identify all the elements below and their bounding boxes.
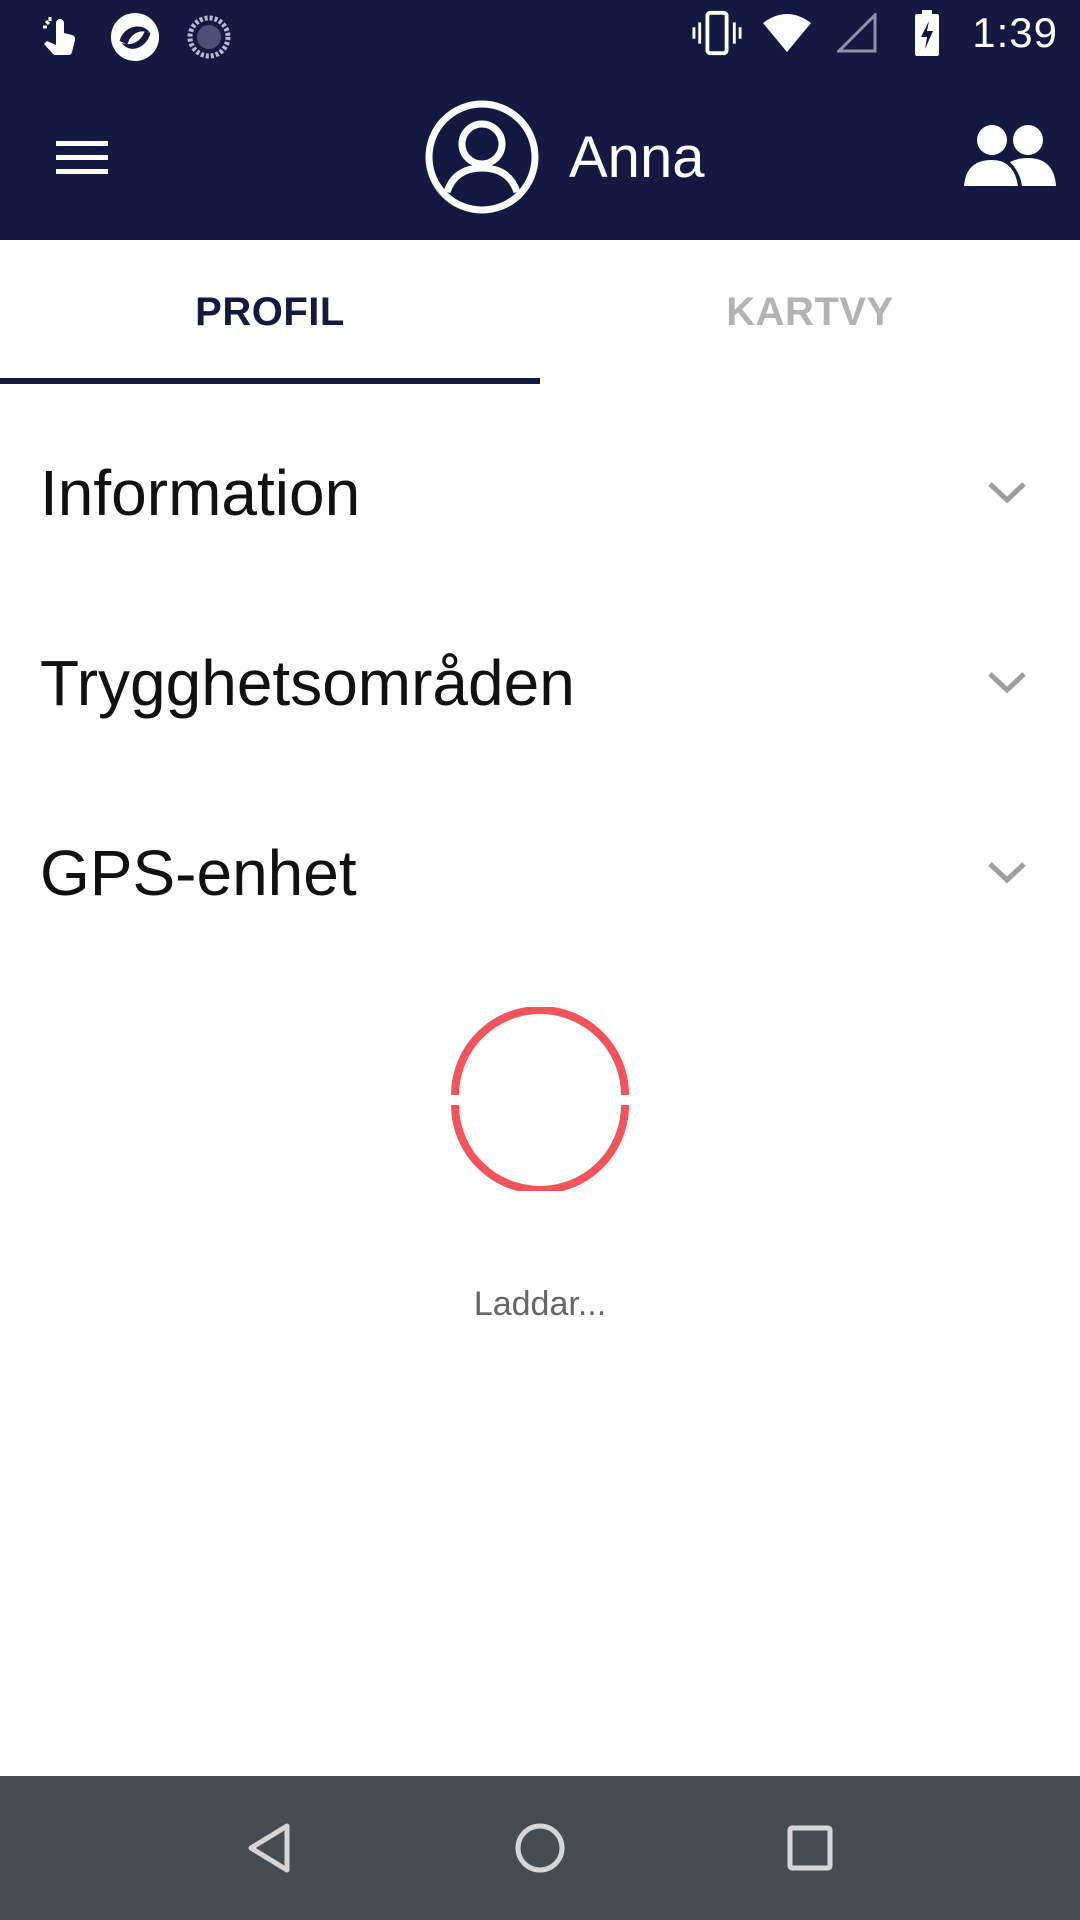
sync-icon bbox=[184, 12, 234, 62]
chevron-down-icon bbox=[988, 862, 1026, 884]
home-icon bbox=[515, 1823, 565, 1873]
loading-text: Laddar... bbox=[473, 1285, 607, 1323]
app-bar: Anna bbox=[0, 75, 1080, 240]
recents-icon bbox=[787, 1825, 833, 1871]
section-title: Information bbox=[40, 457, 361, 529]
group-button[interactable] bbox=[962, 120, 1058, 192]
group-icon bbox=[964, 125, 1056, 186]
recents-button[interactable] bbox=[770, 1808, 850, 1888]
tab-bar: PROFIL KARTVY bbox=[0, 240, 1080, 385]
system-nav-bar bbox=[0, 1776, 1080, 1920]
section-title: GPS-enhet bbox=[40, 837, 357, 909]
vibrate-icon bbox=[692, 8, 742, 58]
user-name: Anna bbox=[569, 124, 705, 190]
status-bar-right: 1:39 bbox=[692, 8, 1058, 58]
home-button[interactable] bbox=[500, 1808, 580, 1888]
account-circle-icon bbox=[425, 100, 539, 214]
status-bar: 1:39 bbox=[0, 0, 1080, 75]
menu-button[interactable] bbox=[52, 133, 112, 183]
tab-indicator bbox=[0, 378, 540, 384]
signal-icon bbox=[832, 8, 882, 58]
profile-header[interactable]: Anna bbox=[425, 100, 704, 214]
battery-charging-icon bbox=[902, 8, 952, 58]
chevron-down-icon bbox=[988, 672, 1026, 694]
wifi-icon bbox=[762, 8, 812, 58]
loading-spinner bbox=[451, 1007, 629, 1191]
hamburger-menu-icon bbox=[56, 141, 108, 174]
status-time: 1:39 bbox=[972, 9, 1058, 56]
tab-profil[interactable]: PROFIL bbox=[0, 240, 540, 385]
tab-kartvy[interactable]: KARTVY bbox=[540, 240, 1080, 385]
back-button[interactable] bbox=[230, 1808, 310, 1888]
section-title: Trygghetsområden bbox=[40, 647, 575, 719]
status-bar-left bbox=[36, 12, 234, 62]
section-gps-enhet[interactable]: GPS-enhet bbox=[0, 778, 1080, 968]
chevron-down-icon bbox=[988, 482, 1026, 504]
section-information[interactable]: Information bbox=[0, 398, 1080, 588]
section-trygghetsomraden[interactable]: Trygghetsområden bbox=[0, 588, 1080, 778]
touch-app-icon bbox=[36, 12, 86, 62]
back-icon bbox=[248, 1823, 290, 1873]
app-logo-icon bbox=[110, 12, 160, 62]
